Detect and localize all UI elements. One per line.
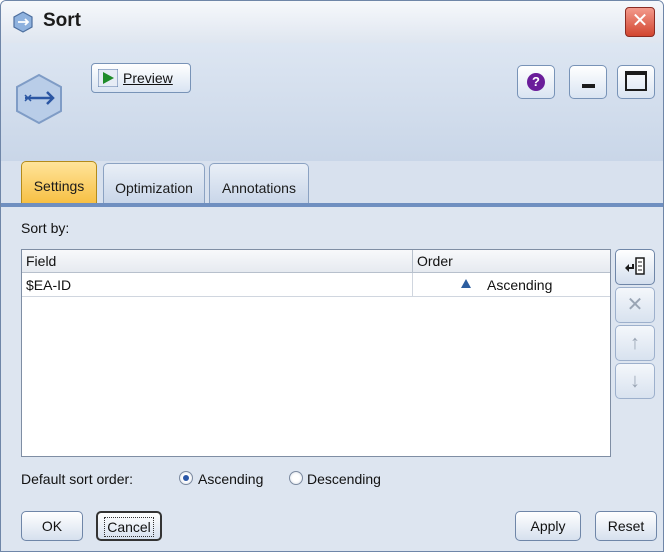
ascending-arrow-icon[interactable]	[461, 279, 471, 288]
row-field-cell[interactable]: $EA-ID	[26, 277, 71, 293]
maximize-button[interactable]	[617, 65, 655, 99]
move-up-button[interactable]: ↑	[615, 325, 655, 361]
add-field-icon	[625, 257, 645, 275]
tab-annotations[interactable]: Annotations	[209, 163, 309, 203]
sort-fields-table[interactable]: Field Order $EA-ID Ascending	[21, 249, 611, 457]
minimize-icon	[582, 84, 595, 88]
column-header-order[interactable]: Order	[417, 253, 453, 269]
row-order-cell[interactable]: Ascending	[487, 277, 552, 293]
reset-button[interactable]: Reset	[595, 511, 657, 541]
window-title: Sort	[43, 10, 81, 31]
preview-label: Preview	[123, 70, 173, 86]
close-icon: ✕	[631, 10, 649, 32]
tab-optimization[interactable]: Optimization	[103, 163, 205, 203]
title-bar[interactable]: Sort ✕	[1, 1, 663, 43]
default-sort-order-label: Default sort order:	[21, 471, 134, 487]
move-down-button[interactable]: ↓	[615, 363, 655, 399]
table-header: Field Order	[22, 250, 610, 273]
arrow-up-icon: ↑	[630, 332, 640, 354]
radio-descending[interactable]	[289, 471, 303, 485]
ok-button[interactable]: OK	[21, 511, 83, 541]
play-icon	[98, 69, 118, 87]
radio-ascending[interactable]	[179, 471, 193, 485]
delete-icon: ✕	[626, 294, 644, 316]
table-row[interactable]: $EA-ID Ascending	[22, 273, 610, 297]
delete-button[interactable]: ✕	[615, 287, 655, 323]
close-button[interactable]: ✕	[625, 7, 655, 37]
preview-button[interactable]: Preview	[91, 63, 191, 93]
column-header-field[interactable]: Field	[26, 253, 56, 269]
sort-node-icon	[13, 11, 33, 33]
apply-button[interactable]: Apply	[515, 511, 581, 541]
settings-panel: Sort by: Field Order $EA-ID Ascending ✕ …	[1, 207, 663, 551]
sort-dialog: Sort ✕ Preview ? Settings Optimization A…	[0, 0, 664, 552]
maximize-icon	[625, 71, 647, 91]
tab-settings[interactable]: Settings	[21, 161, 97, 203]
sort-by-label: Sort by:	[21, 220, 70, 236]
radio-ascending-label[interactable]: Ascending	[198, 471, 263, 487]
help-button[interactable]: ?	[517, 65, 555, 99]
arrow-down-icon: ↓	[630, 370, 640, 392]
cancel-button[interactable]: Cancel	[96, 511, 162, 541]
minimize-button[interactable]	[569, 65, 607, 99]
add-field-button[interactable]	[615, 249, 655, 285]
node-header: Preview ?	[1, 43, 663, 161]
help-icon: ?	[527, 73, 545, 91]
sort-node-icon	[16, 73, 62, 125]
cell-divider	[412, 273, 413, 297]
radio-descending-label[interactable]: Descending	[307, 471, 381, 487]
cancel-label: Cancel	[104, 517, 154, 537]
column-divider[interactable]	[412, 250, 413, 272]
